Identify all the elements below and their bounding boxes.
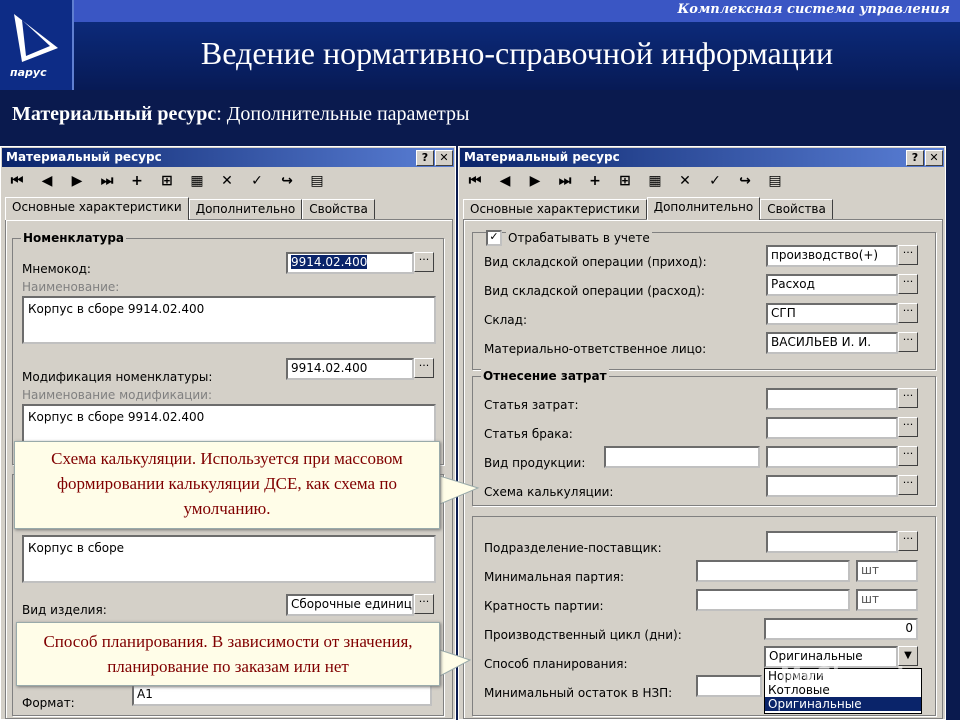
tab-main[interactable]: Основные характеристики — [5, 197, 189, 220]
calc-scheme-callout: Схема калькуляции. Используется при масс… — [14, 441, 440, 529]
planning-callout-pointer — [439, 649, 472, 677]
planning-method-callout: Способ планирования. В зависимости от зн… — [16, 622, 440, 686]
callout-pointers — [439, 475, 480, 677]
calc-callout-pointer — [439, 475, 480, 505]
tab-additional[interactable]: Дополнительно — [646, 197, 761, 220]
